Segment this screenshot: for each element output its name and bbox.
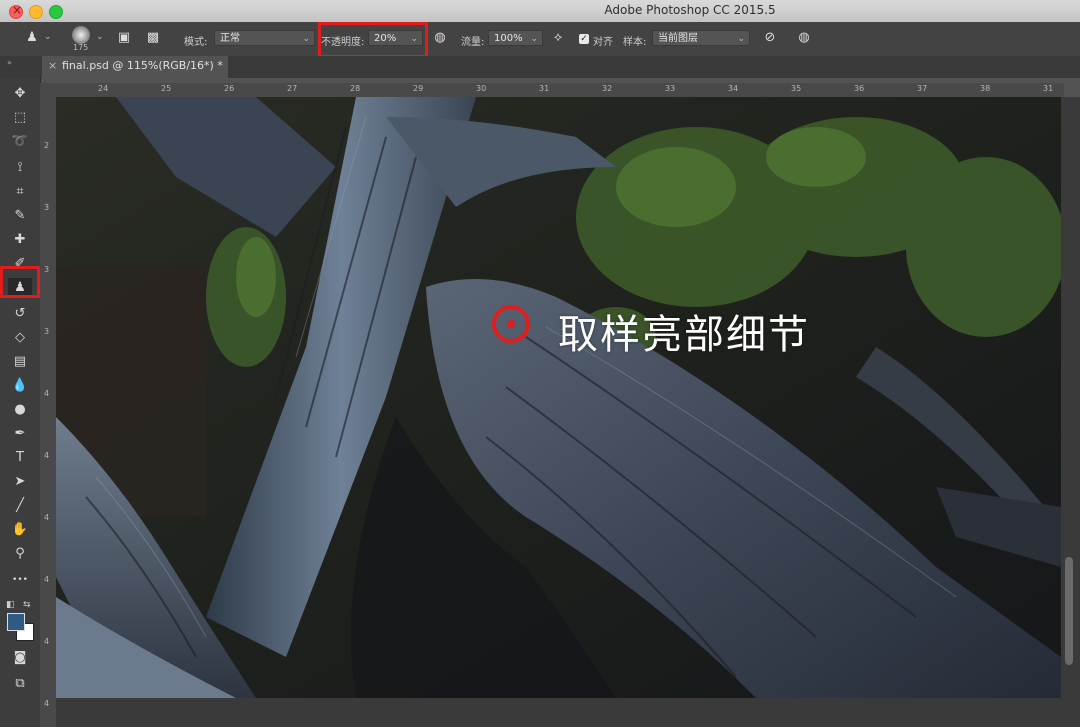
ruler-tick-label: 36 xyxy=(854,84,865,93)
flow-label: 流量: xyxy=(461,37,485,48)
ruler-tick-label: 38 xyxy=(980,84,991,93)
dodge-tool[interactable]: ● xyxy=(8,400,32,420)
pressure-size-icon[interactable]: ◍ xyxy=(794,28,814,48)
ruler-tick-label: 31 xyxy=(539,84,550,93)
mode-select[interactable]: 正常 ⌄ xyxy=(214,30,315,46)
ruler-tick-label: 3 xyxy=(44,265,50,274)
collapse-panels-icon[interactable]: » xyxy=(7,58,12,67)
ruler-corner[interactable] xyxy=(40,83,56,97)
swap-colors-icon[interactable]: ⇆ xyxy=(23,600,31,610)
mode-label: 模式: xyxy=(184,37,208,48)
pen-tool[interactable]: ✒ xyxy=(8,424,32,444)
sample-highlight-annotation: 取样亮部细节 xyxy=(558,312,810,358)
gradient-tool[interactable]: ▤ xyxy=(8,352,32,372)
eraser-tool[interactable]: ◇ xyxy=(8,328,32,348)
opacity-highlight-box xyxy=(318,22,428,58)
marquee-tool[interactable]: ⬚ xyxy=(8,108,32,128)
ruler-tick-label: 28 xyxy=(350,84,361,93)
ruler-tick-label: 35 xyxy=(791,84,802,93)
ruler-tick-label: 29 xyxy=(413,84,424,93)
clone-stamp-highlight-box xyxy=(0,266,40,298)
ruler-tick-label: 3 xyxy=(44,327,50,336)
ruler-tick-label: 33 xyxy=(665,84,676,93)
ruler-tick-label: 4 xyxy=(44,389,50,398)
sample-value: 当前图层 xyxy=(658,33,698,44)
move-tool[interactable]: ✥ xyxy=(8,84,32,104)
line-tool[interactable]: ╱ xyxy=(8,496,32,516)
document-canvas[interactable] xyxy=(56,97,1061,698)
ruler-tick-label: 4 xyxy=(44,575,50,584)
chevron-down-icon: ⌄ xyxy=(737,34,745,44)
scrollbar-thumb[interactable] xyxy=(1065,557,1073,665)
tree-roots-photo xyxy=(56,97,1061,698)
clone-source-panel-icon[interactable]: ▩ xyxy=(143,28,163,48)
ruler-tick-label: 32 xyxy=(602,84,613,93)
blur-tool[interactable]: 💧 xyxy=(8,376,32,396)
brush-preview-icon[interactable] xyxy=(72,26,90,44)
ruler-tick-label: 37 xyxy=(917,84,928,93)
maximize-window-button[interactable] xyxy=(49,5,63,19)
document-tab-title: final.psd @ 115%(RGB/16*) * xyxy=(62,59,223,72)
screen-mode-icon[interactable]: ⧉ xyxy=(8,674,32,694)
vertical-ruler[interactable]: 2 3 3 3 4 4 4 4 4 4 xyxy=(40,97,57,727)
ruler-tick-label: 2 xyxy=(44,141,50,150)
aligned-label: 对齐 xyxy=(593,37,613,48)
status-bar xyxy=(56,698,1080,727)
type-tool[interactable]: T xyxy=(8,448,32,468)
chevron-down-icon: ⌄ xyxy=(530,34,538,44)
ruler-tick-label: 4 xyxy=(44,451,50,460)
close-tab-icon[interactable]: × xyxy=(48,56,57,76)
ignore-adjustment-layers-icon[interactable]: ⊘ xyxy=(760,28,780,48)
pressure-opacity-icon[interactable]: ◍ xyxy=(430,28,450,48)
clone-stamp-preset-icon[interactable]: ♟ xyxy=(22,28,42,48)
foreground-color-swatch[interactable] xyxy=(7,613,25,631)
flow-value: 100% xyxy=(494,33,523,44)
ruler-tick-label: 4 xyxy=(44,513,50,522)
default-colors-icon[interactable]: ◧ xyxy=(6,600,15,610)
ruler-tick-label: 30 xyxy=(476,84,487,93)
brush-size-value: 175 xyxy=(73,43,89,52)
document-tab[interactable]: × final.psd @ 115%(RGB/16*) * xyxy=(42,56,228,78)
airbrush-icon[interactable]: ⟡ xyxy=(548,28,568,48)
minimize-window-button[interactable] xyxy=(29,5,43,19)
zoom-tool[interactable]: ⚲ xyxy=(8,544,32,564)
ruler-tick-label: 34 xyxy=(728,84,739,93)
document-tab-bar: » × final.psd @ 115%(RGB/16*) * xyxy=(0,56,1080,78)
tools-panel: ✥ ⬚ ➰ ⟟ ⌗ ✎ ✚ ✐ ♟ ↺ ◇ ▤ 💧 ● ✒ T ➤ ╱ ✋ ⚲ ••• ◧ ⇆ ◙ ⧉ xyxy=(0,78,41,727)
brush-panel-icon[interactable]: ▣ xyxy=(114,28,134,48)
crop-tool[interactable]: ⌗ xyxy=(8,182,32,202)
vertical-scrollbar[interactable] xyxy=(1061,97,1080,698)
healing-brush-tool[interactable]: ✚ xyxy=(8,230,32,250)
window-title: Adobe Photoshop CC 2015.5 xyxy=(604,3,776,17)
history-brush-tool[interactable]: ↺ xyxy=(8,304,32,324)
sample-point-dot xyxy=(507,320,515,328)
brush-dropdown-icon[interactable]: ⌄ xyxy=(96,32,104,42)
flow-input[interactable]: 100% ⌄ xyxy=(488,30,543,46)
title-bar: Adobe Photoshop CC 2015.5 xyxy=(0,0,1080,23)
aligned-checkbox[interactable]: ✓ xyxy=(579,34,589,44)
ruler-tick-label: 26 xyxy=(224,84,235,93)
ruler-tick-label: 31 xyxy=(1043,84,1054,93)
horizontal-ruler[interactable]: 24 25 26 27 28 29 30 31 32 33 34 35 36 37 38 31 xyxy=(56,83,1064,98)
mode-value: 正常 xyxy=(220,33,240,44)
options-bar: ♟ ⌄ 175 ⌄ ▣ ▩ 模式: 正常 ⌄ 不透明度: 20% ⌄ ◍ 流量:… xyxy=(0,22,1080,58)
path-selection-tool[interactable]: ➤ xyxy=(8,472,32,492)
quick-mask-icon[interactable]: ◙ xyxy=(8,648,32,668)
sample-label: 样本: xyxy=(623,37,647,48)
ruler-tick-label: 27 xyxy=(287,84,298,93)
ruler-tick-label: 25 xyxy=(161,84,172,93)
ruler-tick-label: 24 xyxy=(98,84,109,93)
chevron-down-icon: ⌄ xyxy=(302,34,310,44)
sample-select[interactable]: 当前图层 ⌄ xyxy=(652,30,750,46)
eyedropper-tool[interactable]: ✎ xyxy=(8,206,32,226)
ruler-tick-label: 4 xyxy=(44,637,50,646)
more-tools[interactable]: ••• xyxy=(8,570,32,590)
lasso-tool[interactable]: ➰ xyxy=(8,132,32,152)
close-window-button[interactable] xyxy=(9,3,23,19)
ruler-tick-label: 4 xyxy=(44,699,50,708)
preset-dropdown-icon[interactable]: ⌄ xyxy=(44,32,52,42)
ruler-tick-label: 3 xyxy=(44,203,50,212)
quick-selection-tool[interactable]: ⟟ xyxy=(8,158,32,178)
hand-tool[interactable]: ✋ xyxy=(8,520,32,540)
